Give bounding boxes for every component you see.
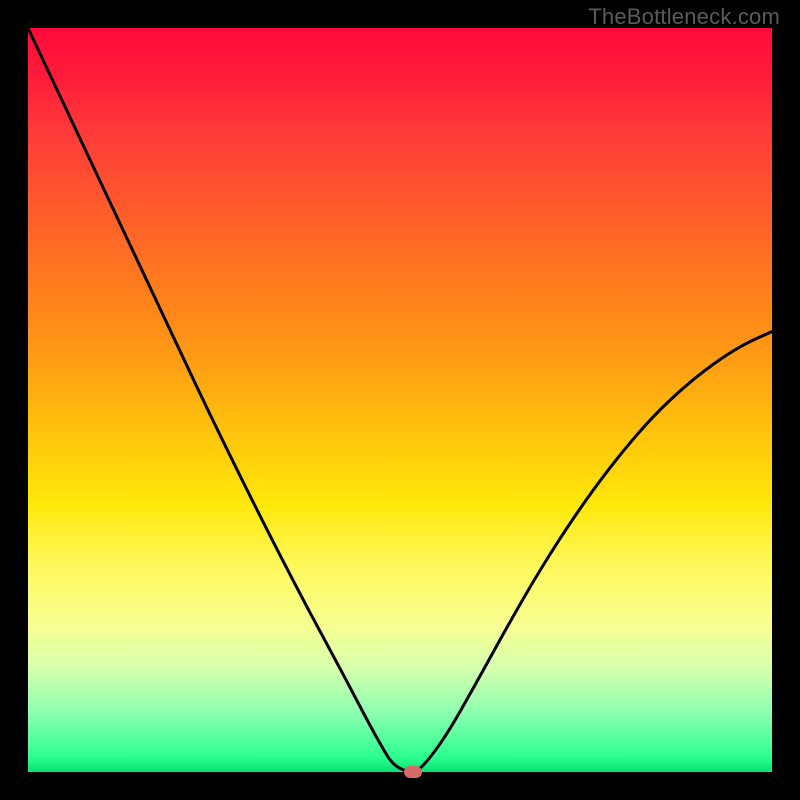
curve-line <box>28 28 772 772</box>
plot-area <box>28 28 772 772</box>
minimum-marker <box>404 766 422 778</box>
curve-svg <box>28 28 772 772</box>
watermark-text: TheBottleneck.com <box>588 4 780 30</box>
chart-frame: TheBottleneck.com <box>0 0 800 800</box>
